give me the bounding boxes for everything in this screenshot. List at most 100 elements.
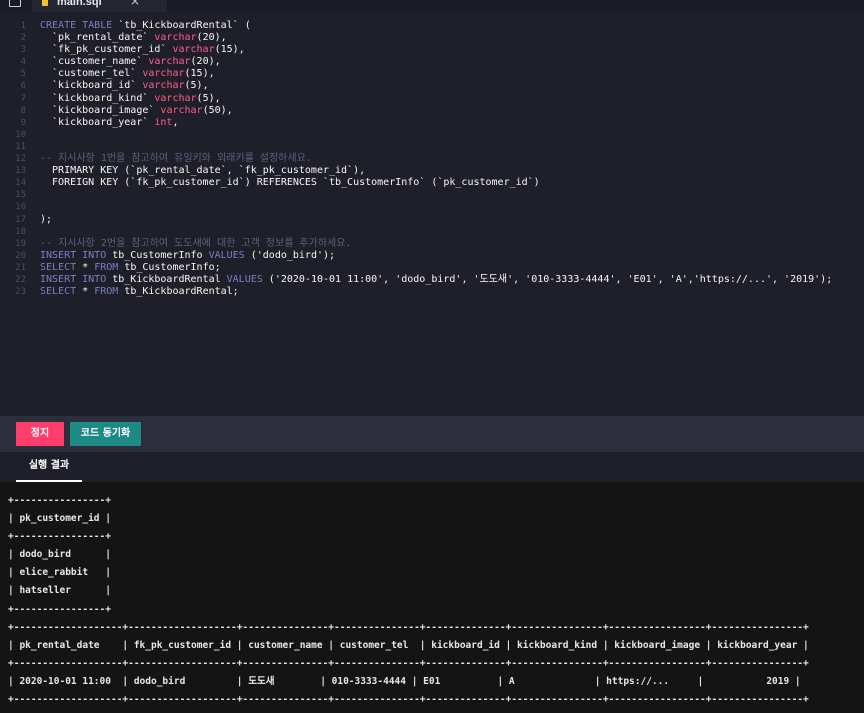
code-token: varchar — [142, 80, 185, 92]
code-token: tb_KickboardRental; — [124, 286, 239, 298]
close-icon[interactable]: × — [130, 0, 140, 7]
code-token: -- 지시사항 1번을 참고하여 유일키와 외래키를 설정하세요. — [40, 153, 312, 165]
code-line[interactable]: `kickboard_id` varchar(5), — [40, 80, 832, 92]
code-line[interactable]: INSERT INTO tb_KickboardRental VALUES ('… — [40, 274, 832, 286]
code-line[interactable] — [40, 141, 832, 153]
code-line[interactable]: -- 지시사항 1번을 참고하여 유일키와 외래키를 설정하세요. — [40, 153, 832, 165]
line-number: 1 — [20, 21, 26, 31]
code-lines[interactable]: CREATE TABLE `tb_KickboardRental` ( `pk_… — [40, 20, 832, 298]
code-token: PRIMARY KEY (`pk_rental_date`, `fk_pk_cu… — [40, 165, 366, 177]
sync-code-button[interactable]: 코드 동기화 — [70, 422, 141, 446]
code-token: `kickboard_year` — [40, 116, 155, 128]
results-tab-bar: 실행 결과 — [0, 452, 864, 482]
code-token: varchar — [160, 104, 203, 116]
code-token: tb_CustomerInfo; — [124, 261, 221, 273]
code-token: INSERT INTO — [40, 249, 113, 261]
code-line[interactable]: `kickboard_kind` varchar(5), — [40, 93, 832, 105]
code-token: ('2020-10-01 11:00', 'dodo_bird', '도도새',… — [268, 273, 833, 285]
line-number: 6 — [20, 81, 26, 92]
code-line[interactable]: SELECT * FROM tb_KickboardRental; — [40, 286, 832, 298]
code-token: * — [82, 261, 95, 273]
code-token: (5), — [196, 92, 221, 104]
code-token: varchar — [154, 92, 197, 104]
line-number: 3 — [20, 45, 26, 56]
code-line[interactable]: `kickboard_year` int, — [40, 117, 832, 129]
code-token: `customer_name` — [40, 56, 149, 68]
line-number: 19 — [15, 238, 26, 249]
code-line[interactable]: `fk_pk_customer_id` varchar(15), — [40, 44, 832, 56]
code-token: FROM — [94, 286, 125, 298]
line-number-gutter: 1 2 3 4 5 6 7 8 9 10 11 12 13 14 15 16 17 18 19 20 21 22 23 — [0, 20, 30, 298]
line-number: 21 — [15, 262, 26, 273]
editor-tab-bar: main.sql × — [0, 0, 864, 12]
code-token: `fk_pk_customer_id` — [40, 44, 173, 56]
line-number: 11 — [15, 141, 26, 152]
line-number: 2 — [20, 33, 26, 44]
code-line[interactable]: -- 지시사항 2번을 참고하여 도도새에 대한 고객 정보를 추가하세요. — [40, 238, 832, 250]
code-editor[interactable]: 1 2 3 4 5 6 7 8 9 10 11 12 13 14 15 16 17 18 19 20 21 22 23 CR… — [0, 12, 864, 416]
code-token: varchar — [148, 56, 191, 68]
line-number: 12 — [15, 154, 26, 165]
line-number: 10 — [15, 129, 26, 140]
code-token: FOREIGN KEY (`fk_pk_customer_id`) REFERE… — [40, 177, 540, 189]
line-number: 18 — [15, 226, 26, 237]
code-token: INSERT INTO — [40, 273, 113, 285]
code-line[interactable]: `customer_name` varchar(20), — [40, 56, 832, 68]
code-token: (20), — [196, 32, 227, 44]
database-file-icon — [42, 0, 48, 6]
code-token: , — [172, 116, 179, 128]
code-token: int — [154, 116, 173, 128]
code-line[interactable]: PRIMARY KEY (`pk_rental_date`, `fk_pk_cu… — [40, 165, 832, 177]
line-number: 16 — [15, 202, 26, 213]
tab-main-sql[interactable]: main.sql × — [32, 0, 167, 12]
code-token: `customer_tel` — [40, 68, 143, 80]
line-number: 23 — [15, 287, 26, 298]
output-console[interactable]: +----------------+ | pk_customer_id | +-… — [0, 482, 864, 713]
code-token: (50), — [202, 104, 233, 116]
code-token: `kickboard_image` — [40, 104, 161, 116]
code-token: (20), — [190, 56, 221, 68]
code-line[interactable]: `customer_tel` varchar(15), — [40, 68, 832, 80]
code-token: VALUES — [226, 273, 269, 285]
tab-execution-result[interactable]: 실행 결과 — [16, 452, 82, 482]
code-token: SELECT — [40, 286, 83, 298]
line-number: 9 — [20, 117, 26, 128]
code-line[interactable]: `pk_rental_date` varchar(20), — [40, 32, 832, 44]
code-token: CREATE TABLE — [40, 20, 119, 31]
code-token: `kickboard_id` — [40, 80, 143, 92]
run-toolbar: 정지 코드 동기화 — [0, 416, 864, 452]
stop-button[interactable]: 정지 — [16, 422, 64, 446]
output-text: +----------------+ | pk_customer_id | +-… — [8, 495, 809, 706]
line-number: 7 — [20, 93, 26, 104]
code-token: `kickboard_kind` — [40, 92, 155, 104]
line-number: 8 — [20, 105, 26, 116]
line-number: 17 — [15, 214, 26, 225]
line-number: 5 — [20, 69, 26, 80]
code-token: tb_KickboardRental — [112, 273, 227, 285]
code-line[interactable]: ); — [40, 214, 832, 226]
code-line[interactable] — [40, 201, 832, 213]
code-token: SELECT — [40, 261, 83, 273]
square-icon[interactable] — [9, 0, 21, 7]
code-token: VALUES — [208, 249, 251, 261]
line-number: 14 — [15, 178, 26, 189]
code-line[interactable] — [40, 226, 832, 238]
code-token: `pk_rental_date` — [40, 32, 155, 44]
code-line[interactable] — [40, 189, 832, 201]
code-token: (15), — [184, 68, 215, 80]
code-line[interactable] — [40, 129, 832, 141]
code-line[interactable]: `kickboard_image` varchar(50), — [40, 105, 832, 117]
code-line[interactable]: CREATE TABLE `tb_KickboardRental` ( — [40, 20, 832, 32]
code-token: -- 지시사항 2번을 참고하여 도도새에 대한 고객 정보를 추가하세요. — [40, 237, 352, 249]
code-line[interactable]: FOREIGN KEY (`fk_pk_customer_id`) REFERE… — [40, 177, 832, 189]
code-line[interactable]: SELECT * FROM tb_CustomerInfo; — [40, 262, 832, 274]
code-token: varchar — [142, 68, 185, 80]
line-number: 15 — [15, 190, 26, 201]
code-token: tb_CustomerInfo — [112, 249, 209, 261]
code-line[interactable]: INSERT INTO tb_CustomerInfo VALUES ('dod… — [40, 250, 832, 262]
line-number: 13 — [15, 166, 26, 177]
